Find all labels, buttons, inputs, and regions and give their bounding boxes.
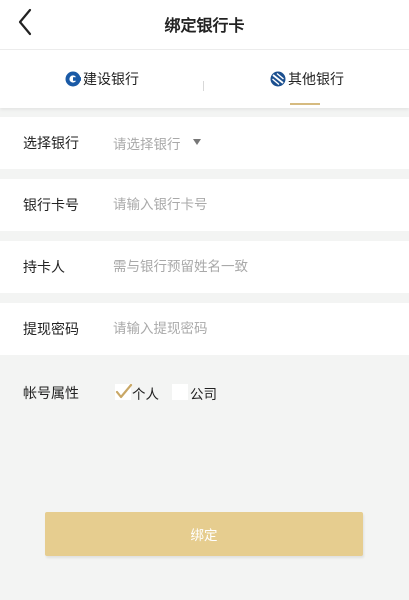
card-holder-row: 持卡人 <box>0 241 409 293</box>
withdraw-password-label: 提现密码 <box>23 322 79 338</box>
bank-tabs: 建设银行 其他银行 <box>0 50 409 108</box>
bank-select[interactable]: 请选择银行 <box>113 133 181 153</box>
page-title: 绑定银行卡 <box>164 16 245 35</box>
tab-other-banks-label: 其他银行 <box>288 72 344 88</box>
bind-button[interactable]: 绑定 <box>45 512 363 556</box>
card-number-label: 银行卡号 <box>23 198 79 214</box>
company-option-label[interactable]: 公司 <box>190 383 217 403</box>
personal-checkbox[interactable] <box>115 384 133 400</box>
bank-logo-icon <box>270 71 286 87</box>
nav-bar: 绑定银行卡 <box>0 0 409 50</box>
card-number-row: 银行卡号 <box>0 179 409 231</box>
card-holder-input[interactable] <box>113 252 383 282</box>
account-type-label: 帐号属性 <box>23 386 79 402</box>
company-checkbox[interactable] <box>172 384 188 400</box>
card-number-input[interactable] <box>113 190 383 220</box>
withdraw-password-row: 提现密码 <box>0 303 409 355</box>
tab-ccb[interactable]: 建设银行 <box>0 50 204 108</box>
bank-select-label: 选择银行 <box>23 136 79 152</box>
ccb-logo-icon <box>65 71 81 87</box>
tab-divider <box>203 81 204 91</box>
tab-other-banks[interactable]: 其他银行 <box>205 50 409 108</box>
caret-down-icon[interactable] <box>193 139 201 145</box>
account-type-row: 帐号属性 个人 公司 <box>0 364 409 416</box>
active-tab-indicator <box>290 103 320 105</box>
personal-option-label[interactable]: 个人 <box>132 383 159 403</box>
withdraw-password-input[interactable] <box>113 314 383 344</box>
tab-ccb-label: 建设银行 <box>83 72 139 88</box>
card-holder-label: 持卡人 <box>23 260 65 276</box>
bank-select-row[interactable]: 选择银行 请选择银行 <box>0 117 409 169</box>
checkmark-icon <box>115 384 133 399</box>
